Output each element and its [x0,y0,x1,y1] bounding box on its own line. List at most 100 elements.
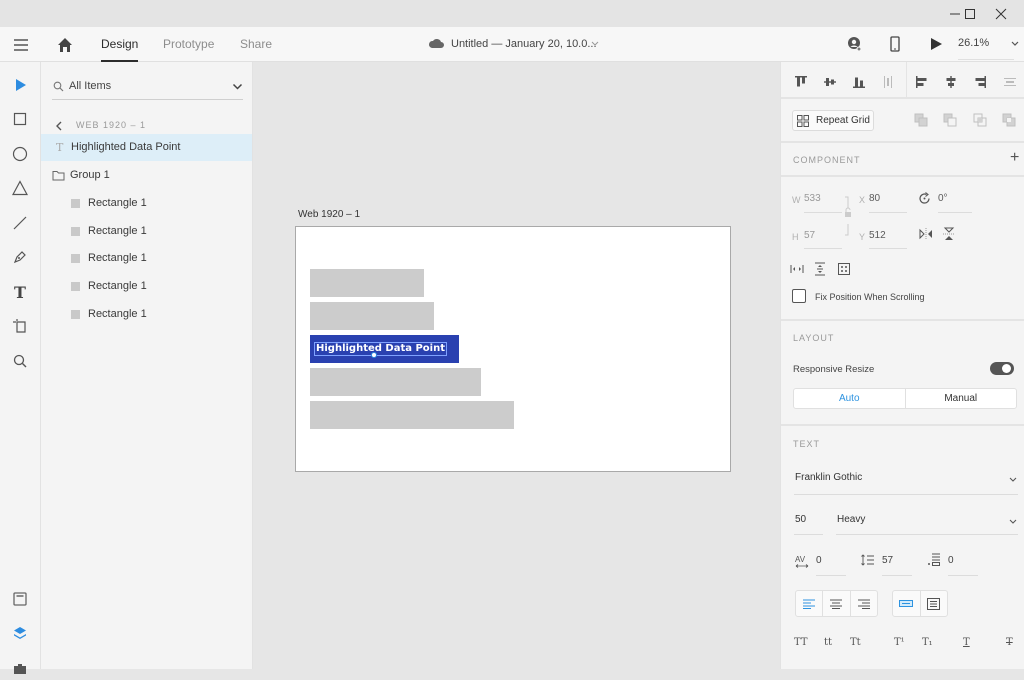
align-top-button[interactable] [790,71,812,93]
zoom-tool[interactable] [8,349,32,373]
x-field[interactable]: 80 [869,193,880,204]
bar-rectangle[interactable] [310,302,434,330]
font-size-field[interactable]: 50 [794,508,823,535]
highlighted-text-label[interactable]: Highlighted Data Point [314,342,447,356]
fixed-size-button[interactable] [833,258,855,280]
text-box-type-group [892,590,948,617]
responsive-resize-toggle[interactable] [990,362,1014,375]
boolean-exclude-button[interactable] [998,109,1020,131]
design-canvas[interactable]: Web 1920 – 1 Highlighted Data Point [253,62,780,669]
assets-panel-button[interactable] [8,587,32,611]
tab-share[interactable]: Share [240,27,272,62]
font-family-dropdown[interactable]: Franklin Gothic [794,466,1018,495]
rotation-field[interactable]: 0° [938,193,948,204]
layer-label: Rectangle 1 [88,225,147,237]
text-tool[interactable]: T [8,280,32,304]
layer-item-rectangle[interactable]: Rectangle 1 [41,190,252,217]
superscript-button[interactable]: T¹ [894,637,905,648]
tab-prototype[interactable]: Prototype [163,27,214,62]
align-left-button[interactable] [911,71,933,93]
boolean-exclude-icon [1002,113,1016,127]
document-menu-chevron-icon[interactable] [590,39,600,49]
lowercase-button[interactable]: tt [824,637,832,648]
fixed-height-button[interactable] [809,258,831,280]
line-spacing-field[interactable]: 57 [882,555,893,566]
close-button[interactable] [978,0,1024,27]
polygon-tool[interactable] [8,176,32,200]
strikethrough-button[interactable]: T [1006,637,1013,648]
flip-vertical-button[interactable] [938,223,960,245]
align-text-center-button[interactable] [823,591,851,616]
rectangle-tool[interactable] [8,107,32,131]
pen-tool[interactable] [8,245,32,269]
device-preview-button[interactable] [886,35,904,53]
align-middle-button[interactable] [819,71,841,93]
zoom-level-field[interactable]: 26.1% [958,27,1014,60]
ellipse-tool[interactable] [8,142,32,166]
distribute-vertical-button[interactable] [877,71,899,93]
fix-position-label: Fix Position When Scrolling [815,292,925,302]
auto-width-text-button[interactable] [893,591,921,616]
layer-item-group[interactable]: Group 1 [41,162,252,189]
align-right-button[interactable] [969,71,991,93]
boolean-subtract-button[interactable] [939,109,961,131]
text-baseline-handle[interactable] [371,352,377,358]
y-field[interactable]: 512 [869,230,886,241]
boolean-intersect-button[interactable] [969,109,991,131]
layer-item-rectangle[interactable]: Rectangle 1 [41,301,252,328]
bar-rectangle[interactable] [310,401,514,429]
fixed-size-text-button[interactable] [921,591,948,616]
resize-mode-manual[interactable]: Manual [906,389,1017,408]
bar-rectangle[interactable] [310,269,424,297]
resize-mode-auto[interactable]: Auto [794,389,906,408]
character-spacing-field[interactable]: 0 [816,555,822,566]
subscript-button[interactable]: T₁ [922,637,933,648]
document-title[interactable]: Untitled — January 20, 10.0... [451,27,597,62]
zoom-dropdown-chevron-icon[interactable] [1010,39,1020,49]
layer-item-rectangle[interactable]: Rectangle 1 [41,218,252,245]
flip-horizontal-button[interactable] [915,223,937,245]
layer-item-rectangle[interactable]: Rectangle 1 [41,273,252,300]
align-text-right-button[interactable] [851,591,877,616]
highlighted-bar[interactable]: Highlighted Data Point [310,335,459,363]
underline-button[interactable]: T [963,637,970,648]
width-field[interactable]: 533 [804,193,821,204]
boolean-add-button[interactable] [910,109,932,131]
layers-panel-button[interactable] [8,621,32,645]
height-label: H [792,232,799,242]
titlecase-button[interactable]: Tt [850,637,861,648]
share-user-button[interactable] [845,35,863,53]
add-component-button[interactable]: + [1010,149,1019,167]
artboard[interactable]: Highlighted Data Point [295,226,731,472]
menu-button[interactable] [12,36,30,54]
line-tool[interactable] [8,211,32,235]
align-text-left-button[interactable] [796,591,824,616]
uppercase-button[interactable]: TT [794,637,808,648]
layer-item-rectangle[interactable]: Rectangle 1 [41,245,252,272]
layout-section-title: LAYOUT [793,333,835,343]
lock-aspect-icon[interactable] [843,196,853,236]
align-bottom-button[interactable] [848,71,870,93]
fix-position-checkbox[interactable] [792,289,806,303]
play-preview-button[interactable] [927,35,945,53]
breadcrumb[interactable]: WEB 1920 – 1 [53,119,243,133]
repeat-grid-button[interactable]: Repeat Grid [792,110,874,131]
layers-filter[interactable]: All Items [52,75,243,100]
height-field[interactable]: 57 [804,230,815,241]
bar-rectangle[interactable] [310,368,481,396]
align-center-button[interactable] [940,71,962,93]
select-tool[interactable] [8,73,32,97]
layer-item-highlighted-data-point[interactable]: T Highlighted Data Point [41,134,252,161]
artboard-tool[interactable] [8,314,32,338]
line-spacing-icon [861,554,874,566]
plugins-panel-button[interactable] [8,656,32,680]
rectangle-layer-icon [71,282,80,291]
tab-design[interactable]: Design [101,27,139,62]
font-weight-dropdown[interactable]: Heavy [836,508,1018,535]
distribute-horizontal-button[interactable] [999,71,1021,93]
home-button[interactable] [56,36,74,54]
fixed-width-button[interactable] [786,258,808,280]
font-family-value: Franklin Gothic [795,472,863,483]
artboard-label[interactable]: Web 1920 – 1 [298,209,360,220]
paragraph-spacing-field[interactable]: 0 [948,555,954,566]
